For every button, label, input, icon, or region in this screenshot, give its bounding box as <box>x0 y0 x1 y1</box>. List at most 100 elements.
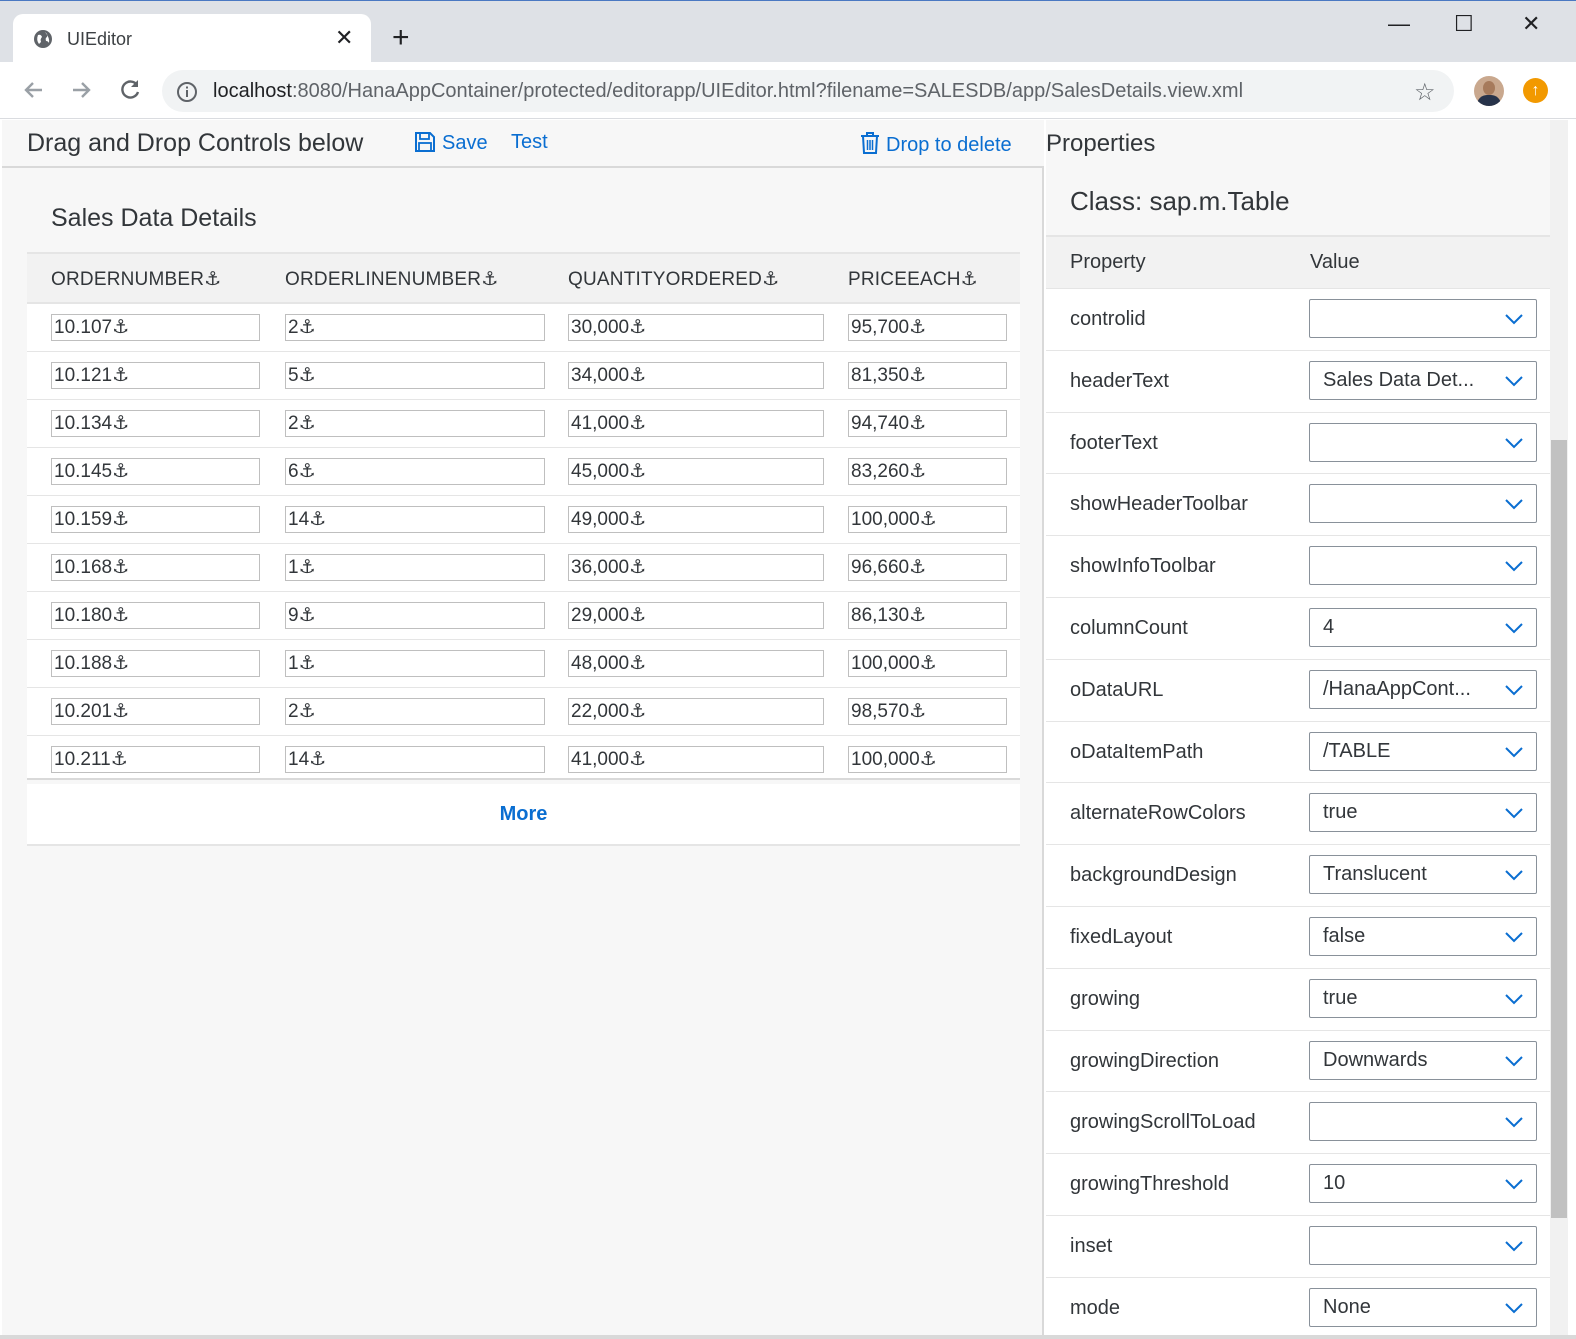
table-row[interactable]: 10.180⚓ 9⚓ 29,000⚓ 86,130⚓ <box>27 592 1020 640</box>
chevron-down-icon[interactable] <box>1504 1055 1524 1067</box>
property-value-combobox[interactable]: Translucent <box>1309 855 1537 895</box>
maximize-icon[interactable]: ☐ <box>1454 11 1474 37</box>
cell-input[interactable]: 1⚓ <box>285 650 545 677</box>
browser-tab[interactable]: UIEditor ✕ <box>13 14 371 64</box>
test-button[interactable]: Test <box>511 131 548 154</box>
table-row[interactable]: 10.107⚓ 2⚓ 30,000⚓ 95,700⚓ <box>27 304 1020 352</box>
forward-arrow-icon[interactable] <box>67 76 95 104</box>
chevron-down-icon[interactable] <box>1504 684 1524 696</box>
cell-input[interactable]: 22,000⚓ <box>568 698 824 725</box>
property-value-combobox[interactable]: Sales Data Det... <box>1309 360 1537 400</box>
table-row[interactable]: 10.134⚓ 2⚓ 41,000⚓ 94,740⚓ <box>27 400 1020 448</box>
property-value-combobox[interactable]: 4 <box>1309 607 1537 647</box>
new-tab-button[interactable]: + <box>392 23 410 53</box>
table-row[interactable]: 10.211⚓ 14⚓ 41,000⚓ 100,000⚓ <box>27 736 1020 780</box>
cell-input[interactable]: 41,000⚓ <box>568 410 824 437</box>
cell-input[interactable]: 10.145⚓ <box>51 458 260 485</box>
cell-input[interactable]: 10.134⚓ <box>51 410 260 437</box>
table-row[interactable]: 10.188⚓ 1⚓ 48,000⚓ 100,000⚓ <box>27 640 1020 688</box>
property-value-combobox[interactable]: true <box>1309 978 1537 1018</box>
cell-input[interactable]: 34,000⚓ <box>568 362 824 389</box>
property-value-combobox[interactable] <box>1309 484 1537 524</box>
chevron-down-icon[interactable] <box>1504 622 1524 634</box>
cell-input[interactable]: 41,000⚓ <box>568 746 824 773</box>
chevron-down-icon[interactable] <box>1504 1240 1524 1252</box>
chevron-down-icon[interactable] <box>1504 993 1524 1005</box>
cell-input[interactable]: 81,350⚓ <box>848 362 1007 389</box>
cell-input[interactable]: 29,000⚓ <box>568 602 824 629</box>
address-bar[interactable]: localhost:8080/HanaAppContainer/protecte… <box>162 70 1454 112</box>
chevron-down-icon[interactable] <box>1504 807 1524 819</box>
property-value-combobox[interactable] <box>1309 1102 1537 1142</box>
property-value-combobox[interactable]: 10 <box>1309 1164 1537 1204</box>
close-tab-icon[interactable]: ✕ <box>335 26 353 50</box>
chevron-down-icon[interactable] <box>1504 869 1524 881</box>
save-button[interactable]: Save <box>414 131 488 155</box>
property-value-combobox[interactable] <box>1309 546 1537 586</box>
table-row[interactable]: 10.121⚓ 5⚓ 34,000⚓ 81,350⚓ <box>27 352 1020 400</box>
chevron-down-icon[interactable] <box>1504 746 1524 758</box>
property-value-combobox[interactable]: true <box>1309 793 1537 833</box>
cell-input[interactable]: 5⚓ <box>285 362 545 389</box>
site-info-icon[interactable] <box>176 81 198 103</box>
property-value-combobox[interactable]: /HanaAppCont... <box>1309 669 1537 709</box>
cell-input[interactable]: 100,000⚓ <box>848 650 1007 677</box>
cell-input[interactable]: 100,000⚓ <box>848 506 1007 533</box>
cell-input[interactable]: 49,000⚓ <box>568 506 824 533</box>
scrollbar-thumb[interactable] <box>1551 440 1567 1218</box>
property-value-combobox[interactable]: None <box>1309 1287 1537 1327</box>
reload-icon[interactable] <box>116 76 144 104</box>
property-value-combobox[interactable]: /TABLE <box>1309 731 1537 771</box>
chevron-down-icon[interactable] <box>1504 1116 1524 1128</box>
profile-avatar[interactable] <box>1474 76 1504 106</box>
chevron-down-icon[interactable] <box>1504 437 1524 449</box>
property-value-combobox[interactable]: Downwards <box>1309 1040 1537 1080</box>
cell-input[interactable]: 14⚓ <box>285 746 545 773</box>
cell-input[interactable]: 6⚓ <box>285 458 545 485</box>
table-row[interactable]: 10.168⚓ 1⚓ 36,000⚓ 96,660⚓ <box>27 544 1020 592</box>
chevron-down-icon[interactable] <box>1504 1302 1524 1314</box>
property-value-combobox[interactable] <box>1309 422 1537 462</box>
cell-input[interactable]: 94,740⚓ <box>848 410 1007 437</box>
cell-input[interactable]: 30,000⚓ <box>568 314 824 341</box>
cell-input[interactable]: 2⚓ <box>285 698 545 725</box>
cell-input[interactable]: 10.168⚓ <box>51 554 260 581</box>
table-row[interactable]: 10.159⚓ 14⚓ 49,000⚓ 100,000⚓ <box>27 496 1020 544</box>
bookmark-star-icon[interactable]: ☆ <box>1414 78 1436 107</box>
chevron-down-icon[interactable] <box>1504 375 1524 387</box>
cell-input[interactable]: 96,660⚓ <box>848 554 1007 581</box>
chevron-down-icon[interactable] <box>1504 1178 1524 1190</box>
cell-input[interactable]: 45,000⚓ <box>568 458 824 485</box>
cell-input[interactable]: 2⚓ <box>285 314 545 341</box>
cell-input[interactable]: 36,000⚓ <box>568 554 824 581</box>
cell-input[interactable]: 10.188⚓ <box>51 650 260 677</box>
cell-input[interactable]: 48,000⚓ <box>568 650 824 677</box>
back-arrow-icon[interactable] <box>20 76 48 104</box>
cell-input[interactable]: 86,130⚓ <box>848 602 1007 629</box>
cell-input[interactable]: 10.201⚓ <box>51 698 260 725</box>
column-header[interactable]: ORDERNUMBER⚓ <box>51 268 221 291</box>
cell-input[interactable]: 9⚓ <box>285 602 545 629</box>
cell-input[interactable]: 10.180⚓ <box>51 602 260 629</box>
cell-input[interactable]: 2⚓ <box>285 410 545 437</box>
column-header[interactable]: PRICEEACH⚓ <box>848 268 978 291</box>
cell-input[interactable]: 83,260⚓ <box>848 458 1007 485</box>
chevron-down-icon[interactable] <box>1504 931 1524 943</box>
cell-input[interactable]: 10.211⚓ <box>51 746 260 773</box>
cell-input[interactable]: 14⚓ <box>285 506 545 533</box>
more-button[interactable]: More <box>500 803 548 826</box>
drop-to-delete-button[interactable]: Drop to delete <box>860 131 1012 157</box>
chevron-down-icon[interactable] <box>1504 560 1524 572</box>
cell-input[interactable]: 95,700⚓ <box>848 314 1007 341</box>
column-header[interactable]: QUANTITYORDERED⚓ <box>568 268 779 291</box>
property-value-combobox[interactable] <box>1309 299 1537 338</box>
properties-scrollbar[interactable] <box>1550 120 1568 1335</box>
cell-input[interactable]: 1⚓ <box>285 554 545 581</box>
table-row[interactable]: 10.145⚓ 6⚓ 45,000⚓ 83,260⚓ <box>27 448 1020 496</box>
update-icon[interactable]: ↑ <box>1523 78 1548 103</box>
minimize-icon[interactable]: — <box>1388 11 1410 37</box>
close-window-icon[interactable]: ✕ <box>1522 11 1540 37</box>
cell-input[interactable]: 10.159⚓ <box>51 506 260 533</box>
cell-input[interactable]: 10.121⚓ <box>51 362 260 389</box>
table-row[interactable]: 10.201⚓ 2⚓ 22,000⚓ 98,570⚓ <box>27 688 1020 736</box>
